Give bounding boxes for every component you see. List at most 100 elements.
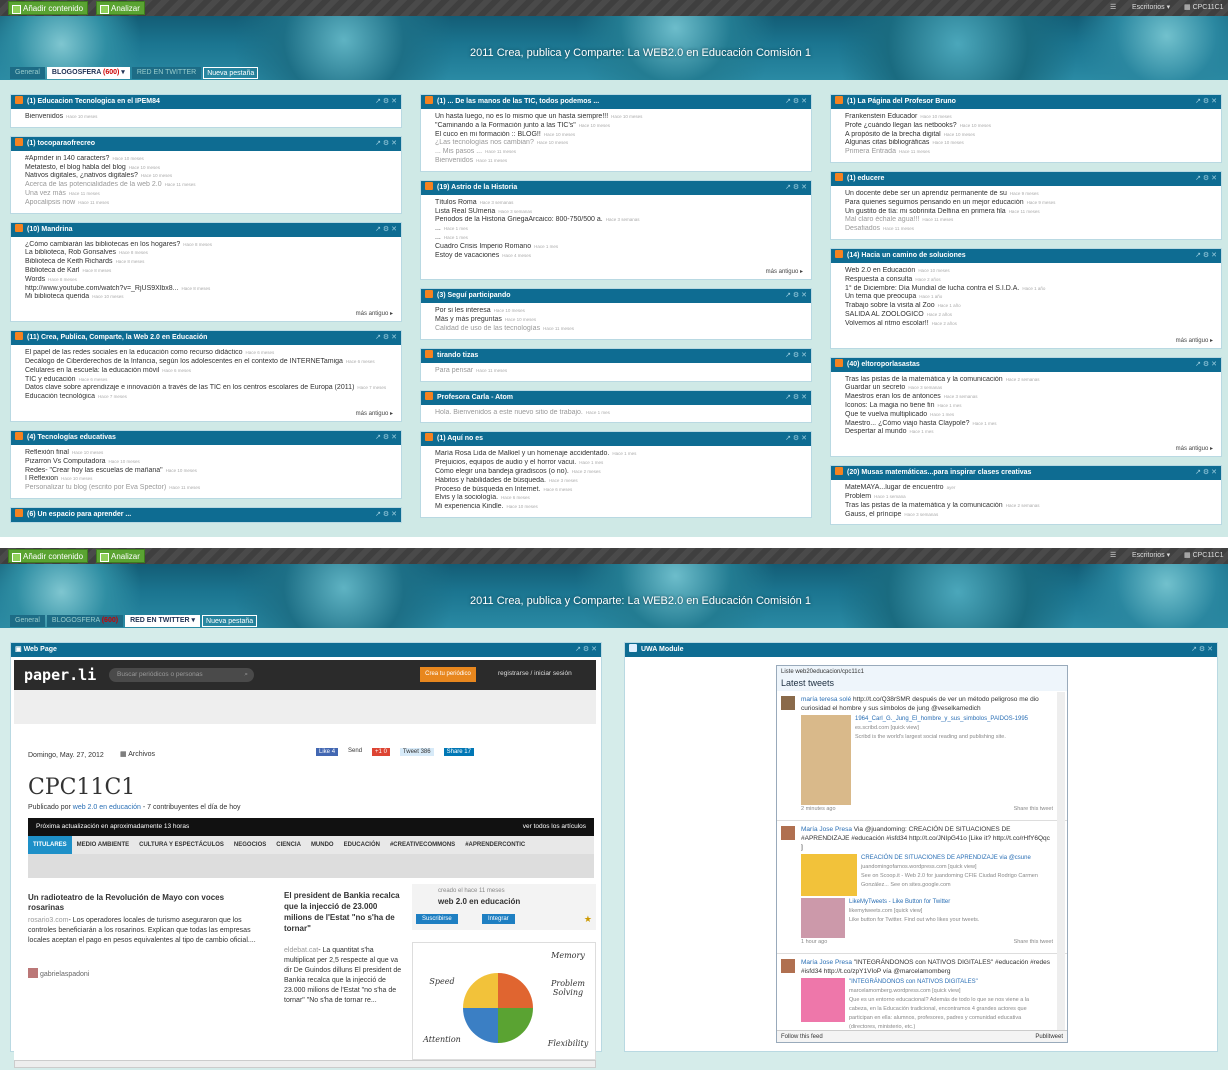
widget-header[interactable]: (1) ... De las manos de las TIC, todos p… (421, 95, 811, 109)
feed-item[interactable]: I ReflexionHace 10 meses (25, 475, 393, 484)
widget-title[interactable]: (20) Musas matemáticas...para inspirar c… (847, 469, 1031, 476)
widget-header[interactable]: (14) Hacia un camino de soluciones ↗ ⚙ ✕ (831, 248, 1221, 263)
widget-title[interactable]: (6) Un espacio para aprender ... (27, 511, 131, 518)
article-1-source[interactable]: rosario3.com (28, 917, 68, 924)
analyze-button[interactable]: Analizar (96, 549, 145, 563)
article-1-title[interactable]: Un radioteatro de la Revolución de Mayo … (28, 893, 258, 913)
publitweet-link[interactable]: Publitweet (1035, 1031, 1063, 1042)
feed-item[interactable]: Reflexión finalHace 10 meses (25, 449, 393, 458)
feed-item[interactable]: Iconos: La magia no tiene finHace 1 mes (845, 402, 1213, 411)
feed-item[interactable]: WordsHace 8 meses (25, 276, 393, 285)
feed-item[interactable]: TIC y educaciónHace 6 meses (25, 376, 393, 385)
widget-header[interactable]: (20) Musas matemáticas...para inspirar c… (831, 466, 1221, 481)
link-title[interactable]: "INTEGRÁNDONOS con NATIVOS DIGITALES" (849, 978, 1039, 987)
widget-header[interactable]: (1) Aquí no es ↗ ⚙ ✕ (421, 432, 811, 447)
share-tweet-link[interactable]: Share this tweet (1014, 805, 1053, 814)
article-1-user[interactable]: gabrielaspadoni (28, 968, 89, 978)
feed-item[interactable]: Mi experiencia Kindle.Hace 10 meses (435, 503, 803, 512)
paperli-logo[interactable]: paper.li (24, 666, 96, 684)
feed-item[interactable]: BienvenidosHace 10 meses (25, 113, 393, 122)
avatar[interactable] (781, 696, 795, 710)
list-scrollbar[interactable] (1057, 692, 1065, 1030)
feed-item[interactable]: "Caminando a la Formación junto a las TI… (435, 122, 803, 131)
feed-item[interactable]: DesafiadosHace 11 meses (845, 225, 1213, 234)
create-paper-button[interactable]: Crea tu periódico (420, 667, 476, 682)
feed-item[interactable]: Estoy de vacacionesHace 4 meses (435, 252, 803, 261)
feed-item[interactable]: Nativos digitales, ¿nativos digitales?Ha… (25, 172, 393, 181)
widget-header[interactable]: (19) Astrio de la Historia ↗ ⚙ ✕ (421, 180, 811, 195)
more-link[interactable]: más antiguo ▸ (421, 265, 811, 279)
tweet-user[interactable]: María Jose Presa (801, 826, 852, 833)
tab-red-en-twitter[interactable]: RED EN TWITTER (131, 67, 202, 79)
nav-item[interactable]: MEDIO AMBIENTE (72, 836, 134, 854)
feed-item[interactable]: El cuco en mi formación :: BLOG!!Hace 10… (435, 131, 803, 140)
link-title[interactable]: 1964_Carl_G._Jung_El_hombre_y_sus_simbol… (855, 715, 1035, 724)
widget-header[interactable]: Profesora Carla - Atom ↗ ⚙ ✕ (421, 390, 811, 405)
author-link[interactable]: web 2.0 en educación (73, 804, 141, 811)
thumbnail[interactable] (801, 854, 857, 896)
plusone-button[interactable]: +1 0 (372, 748, 390, 756)
archive-link[interactable]: ▦ Archivos (120, 750, 155, 758)
feed-item[interactable]: Personalizar tu blog (escrito por Eva Sp… (25, 484, 393, 493)
widget-title[interactable]: (14) Hacia un camino de soluciones (847, 252, 966, 259)
feed-item[interactable]: El papel de las redes sociales en la edu… (25, 349, 393, 358)
widget-header[interactable]: (10) Mandrina ↗ ⚙ ✕ (11, 222, 401, 237)
integrate-button[interactable]: Integrar (482, 914, 515, 924)
tab-new[interactable]: Nueva pestaña (202, 615, 258, 627)
send-button[interactable]: Send (348, 748, 362, 756)
nav-item[interactable]: MUNDO (306, 836, 339, 854)
tab-general[interactable]: General (10, 615, 45, 627)
link-site[interactable]: juandomingofarnos.wordpress.com [quick v… (861, 863, 1041, 872)
link-title[interactable]: LikeMyTweets - Like Button for Twitter (849, 898, 1029, 907)
widget-controls[interactable]: ↗ ⚙ ✕ (785, 289, 807, 303)
nav-item[interactable]: #CREATIVECOMMONS (385, 836, 460, 854)
nav-item[interactable]: NEGOCIOS (229, 836, 271, 854)
feed-item[interactable]: Prejuicios, equipos de audio y el horror… (435, 459, 803, 468)
widget-title[interactable]: (1) Educacion Tecnologica en el IPEM84 (27, 98, 160, 105)
feed-item[interactable]: 1° de Diciembre: Día Mundial de lucha co… (845, 285, 1213, 294)
feed-item[interactable]: Por si les interesaHace 10 meses (435, 307, 803, 316)
widget-header[interactable]: (1) educere ↗ ⚙ ✕ (831, 171, 1221, 186)
feed-item[interactable]: Apocalipsis nowHace 11 meses (25, 199, 393, 208)
widget-header[interactable]: (1) Educacion Tecnologica en el IPEM84 ↗ … (11, 95, 401, 109)
grid-icon[interactable]: ☰ (1110, 0, 1116, 16)
feed-item[interactable]: Trabajo sobre la visita al ZooHace 1 año (845, 302, 1213, 311)
feed-item[interactable]: Que te vuelva multiplicadoHace 1 mes (845, 411, 1213, 420)
feed-item[interactable]: Mal claro échale agua!!!Hace 11 meses (845, 216, 1213, 225)
feed-item[interactable]: Pizarron Vs ComputadoraHace 10 meses (25, 458, 393, 467)
thumbnail[interactable] (801, 898, 845, 938)
follow-link[interactable]: Follow this feed (781, 1034, 823, 1040)
more-link[interactable]: más antiguo ▸ (11, 407, 401, 421)
feed-item[interactable]: Más y más preguntasHace 10 meses (435, 316, 803, 325)
nav-item[interactable]: CULTURA Y ESPECTÁCULOS (134, 836, 229, 854)
widget-title[interactable]: Profesora Carla - Atom (437, 394, 513, 401)
feed-item[interactable]: Metatesto, el blog habla del blogHace 10… (25, 164, 393, 173)
feed-item[interactable]: ¿Las tecnologías nos cambian?Hace 10 mes… (435, 139, 803, 148)
feed-item[interactable]: Títulos RomaHace 3 semanas (435, 199, 803, 208)
feed-item[interactable]: Maestro... ¿Cómo viajo hasta Claypole?Ha… (845, 420, 1213, 429)
more-link[interactable]: más antiguo ▸ (831, 334, 1221, 348)
widget-title[interactable]: (1) Aquí no es (437, 435, 483, 442)
tab-new[interactable]: Nueva pestaña (203, 67, 259, 79)
feed-item[interactable]: La biblioteca, Rob GonsalvesHace 8 meses (25, 249, 393, 258)
feed-item[interactable]: ...Hace 1 mes (435, 234, 803, 243)
feed-item[interactable]: ...Hace 1 mes (435, 225, 803, 234)
feed-item[interactable]: Un gustito de tía: mi sobrinita Delfina … (845, 208, 1213, 217)
feed-item[interactable]: Un tema que preocupaHace 1 año (845, 293, 1213, 302)
share-tweet-link[interactable]: Share this tweet (1014, 938, 1053, 947)
feed-item[interactable]: Respuesta a consultaHace 2 años (845, 276, 1213, 285)
widget-controls[interactable]: ↗ ⚙ ✕ (375, 223, 397, 237)
feed-item[interactable]: Educación tecnológicaHace 7 meses (25, 393, 393, 402)
feed-item[interactable]: Decálogo de Ciberderechos de la Infancia… (25, 358, 393, 367)
feed-item[interactable]: Celulares en la escuela: la educación mó… (25, 367, 393, 376)
feed-item[interactable]: Lista Real SUmeriaHace 3 semanas (435, 208, 803, 217)
thumbnail[interactable] (801, 978, 845, 1022)
feed-item[interactable]: Profe ¿cuándo llegan las netbooks?Hace 1… (845, 122, 1213, 131)
feed-item[interactable]: A propósito de la brecha digitalHace 10 … (845, 131, 1213, 140)
analyze-button[interactable]: Analizar (96, 1, 145, 15)
star-icon[interactable]: ★ (584, 914, 592, 925)
feed-item[interactable]: Para quienes seguimos pensando en un mej… (845, 199, 1213, 208)
feed-item[interactable]: Biblioteca de Keith RichardsHace 8 meses (25, 258, 393, 267)
avatar[interactable] (781, 959, 795, 973)
share-button[interactable]: Share 17 (443, 748, 474, 756)
